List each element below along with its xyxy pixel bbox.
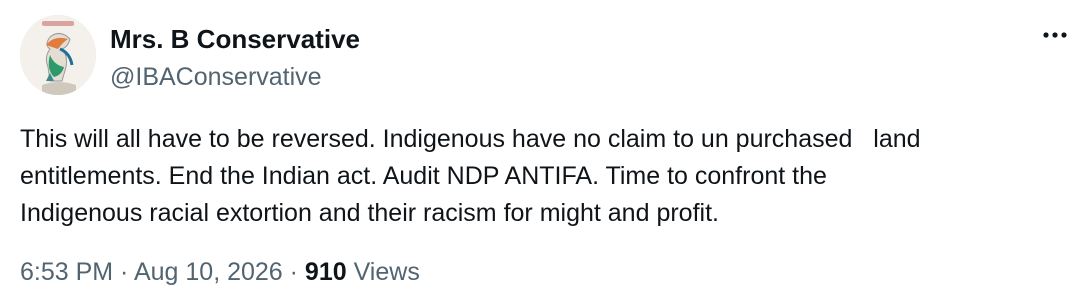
tweet-date[interactable]: Aug 10, 2026 — [134, 258, 283, 286]
avatar-image-icon — [20, 15, 96, 95]
views-count[interactable]: 910 — [305, 258, 347, 286]
profile-avatar[interactable] — [20, 15, 96, 95]
views-label: Views — [346, 258, 420, 286]
tweet: Mrs. B Conservative @IBAConservative Thi… — [0, 0, 1080, 295]
meta-separator: · — [282, 258, 305, 286]
display-name[interactable]: Mrs. B Conservative — [110, 22, 360, 56]
tweet-text: This will all have to be reversed. Indig… — [20, 125, 921, 227]
tweet-time[interactable]: 6:53 PM — [20, 258, 113, 286]
more-options-icon — [1043, 32, 1067, 38]
more-options-button[interactable] — [1036, 20, 1076, 50]
meta-separator: · — [113, 258, 134, 286]
tweet-metadata: 6:53 PM · Aug 10, 2026 · 910 Views — [20, 255, 420, 289]
user-handle[interactable]: @IBAConservative — [110, 60, 322, 94]
